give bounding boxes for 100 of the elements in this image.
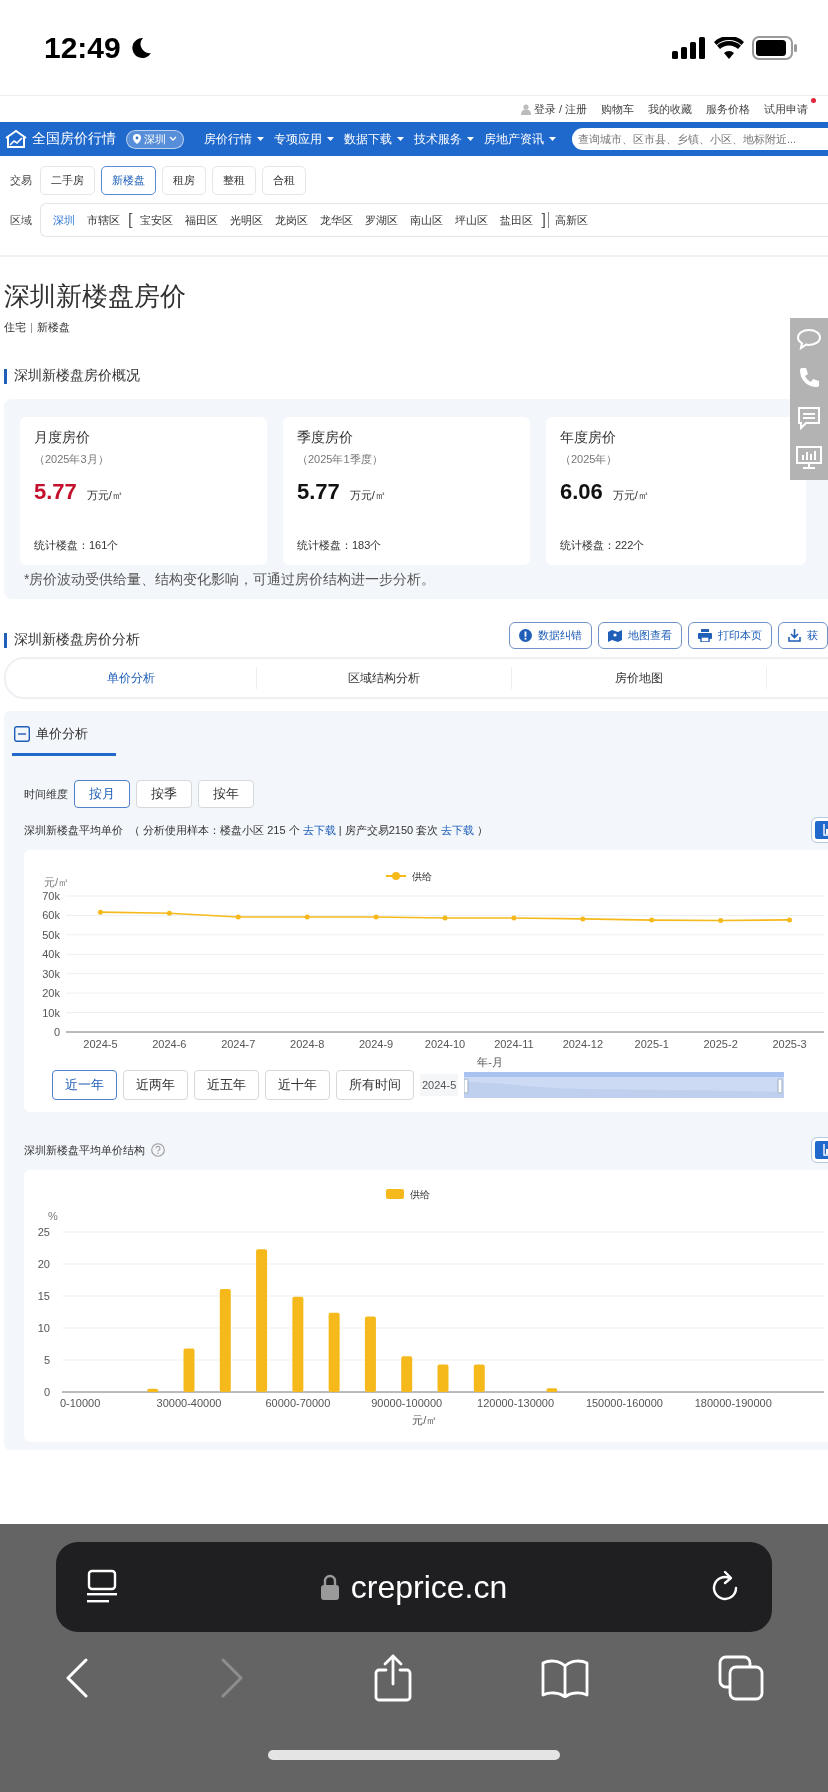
range-button[interactable]: 近十年 <box>265 1070 330 1100</box>
data-point <box>511 915 517 921</box>
map-icon <box>608 629 622 642</box>
axis-tick-label: 10 <box>37 1322 50 1334</box>
area-link[interactable]: 高新区 <box>554 212 588 228</box>
download-link[interactable]: 去下载 <box>441 823 475 836</box>
time-option[interactable]: 按年 <box>198 780 254 808</box>
axis-tick-label: 40k <box>42 948 60 961</box>
axis-tick-label: 2024-7 <box>221 1038 256 1050</box>
axis-tick-label: 0-10000 <box>59 1397 101 1409</box>
reader-icon[interactable] <box>86 1569 118 1605</box>
area-link[interactable]: 宝安区 <box>140 212 174 228</box>
trade-option[interactable]: 新楼盘 <box>101 166 156 195</box>
area-link[interactable]: 罗湖区 <box>365 212 399 228</box>
axis-tick-label: 30000-40000 <box>156 1397 222 1409</box>
download-icon <box>788 629 801 642</box>
chart-title: 深圳新楼盘平均单价结构 <box>24 1142 145 1158</box>
trade-option[interactable]: 二手房 <box>40 166 95 195</box>
range-slider[interactable] <box>464 1072 785 1098</box>
price-value: 5.77 <box>297 479 340 505</box>
time-option[interactable]: 按月 <box>74 780 130 808</box>
trade-option[interactable]: 整租 <box>212 166 256 195</box>
nav-menu[interactable]: 房地产资讯 <box>480 130 560 148</box>
card-count: 统计楼盘：161个 <box>34 538 120 553</box>
location-pin-icon <box>133 134 141 144</box>
data-point <box>373 914 379 920</box>
minus-square-icon <box>14 726 30 742</box>
action-button[interactable]: 获 <box>778 622 828 649</box>
collapse-toggle[interactable]: 单价分析 <box>12 725 116 756</box>
legend-label: 供给 <box>410 1189 430 1200</box>
range-button[interactable]: 所有时间 <box>336 1070 414 1100</box>
caret-icon <box>327 137 334 141</box>
site-logo-text[interactable]: 全国房价行情 <box>32 130 116 148</box>
range-start-label: 2024-5 <box>420 1074 459 1096</box>
area-link[interactable]: 龙华区 <box>320 212 354 228</box>
area-link[interactable]: 光明区 <box>230 212 264 228</box>
axis-tick-label: 0 <box>53 1026 60 1038</box>
trade-option[interactable]: 合租 <box>262 166 306 195</box>
area-link[interactable]: 龙岗区 <box>275 212 309 228</box>
bar <box>401 1356 413 1392</box>
card-count: 统计楼盘：222个 <box>560 538 646 553</box>
nav-menu[interactable]: 数据下载 <box>340 130 408 148</box>
tabs-button[interactable] <box>717 1655 764 1701</box>
area-link[interactable]: 盐田区 <box>500 212 534 228</box>
nav-menu[interactable]: 房价行情 <box>200 130 268 148</box>
chevron-down-icon <box>169 136 177 142</box>
analysis-tab[interactable]: 单价分析 <box>6 668 256 688</box>
action-button[interactable]: 数据纠错 <box>509 622 592 649</box>
data-point <box>649 917 655 923</box>
axis-tick-label: 50k <box>42 928 60 941</box>
area-link[interactable]: 福田区 <box>185 212 219 228</box>
alert-icon <box>519 629 532 642</box>
status-time: 12:49 <box>44 30 121 65</box>
overview-note: *房价波动受供给量、结构变化影响，可通过房价结构进一步分析。 <box>24 571 437 589</box>
header-link[interactable]: 登录 / 注册 <box>520 101 587 117</box>
share-button[interactable] <box>374 1654 412 1702</box>
axis-tick-label: 0 <box>43 1386 50 1398</box>
nav-menu[interactable]: 专项应用 <box>270 130 338 148</box>
header-link[interactable]: 试用申请 <box>764 101 808 117</box>
range-button[interactable]: 近一年 <box>52 1070 117 1100</box>
axis-tick-label: 2024-6 <box>152 1038 187 1050</box>
caret-icon <box>467 137 474 141</box>
search-field[interactable]: 查询城市、区市县、乡镇、小区、地标附近... <box>572 128 828 150</box>
area-link[interactable]: 南山区 <box>410 212 444 228</box>
price-value: 5.77 <box>34 479 77 505</box>
axis-tick-label: 120000-130000 <box>477 1397 555 1409</box>
action-button[interactable]: 打印本页 <box>688 622 772 649</box>
axis-tick-label: 30k <box>42 967 60 980</box>
trade-option[interactable]: 租房 <box>162 166 206 195</box>
data-point <box>718 918 724 923</box>
axis-tick-label: 2025-2 <box>703 1038 738 1050</box>
header-link[interactable]: 购物车 <box>601 101 634 117</box>
action-button[interactable]: 地图查看 <box>598 622 682 649</box>
card-title: 月度房价 <box>34 429 91 447</box>
bracket-mark: [ <box>128 212 133 228</box>
range-button[interactable]: 近两年 <box>123 1070 188 1100</box>
axis-tick-label: 60k <box>42 909 60 922</box>
address-bar[interactable]: creprice.cn <box>56 1542 772 1632</box>
legend-item[interactable]: 供给 <box>386 1189 430 1200</box>
area-link[interactable]: 深圳 <box>53 212 75 228</box>
section-heading: 深圳新楼盘房价分析 <box>14 631 140 649</box>
user-icon <box>520 103 531 115</box>
analysis-tab[interactable]: 房价地图 <box>512 668 766 688</box>
range-button[interactable]: 近五年 <box>194 1070 259 1100</box>
url-text: creprice.cn <box>350 1568 508 1606</box>
area-link[interactable]: 坪山区 <box>455 212 489 228</box>
analysis-tab[interactable]: 区域结构分析 <box>257 668 511 688</box>
category-label: 新楼盘 <box>37 320 70 335</box>
header-link[interactable]: 服务价格 <box>706 101 750 117</box>
data-point <box>97 909 103 915</box>
header-link[interactable]: 我的收藏 <box>648 101 692 117</box>
download-link[interactable]: 去下载 <box>302 823 336 836</box>
bookmarks-button[interactable] <box>540 1658 589 1698</box>
caret-icon <box>397 137 404 141</box>
time-option[interactable]: 按季 <box>136 780 192 808</box>
nav-menu[interactable]: 技术服务 <box>410 130 478 148</box>
axis-tick-label: 90000-100000 <box>371 1397 443 1409</box>
card-title: 季度房价 <box>297 429 354 447</box>
area-link[interactable]: 市辖区 <box>87 212 120 228</box>
legend-item[interactable]: 供给 <box>385 871 432 882</box>
